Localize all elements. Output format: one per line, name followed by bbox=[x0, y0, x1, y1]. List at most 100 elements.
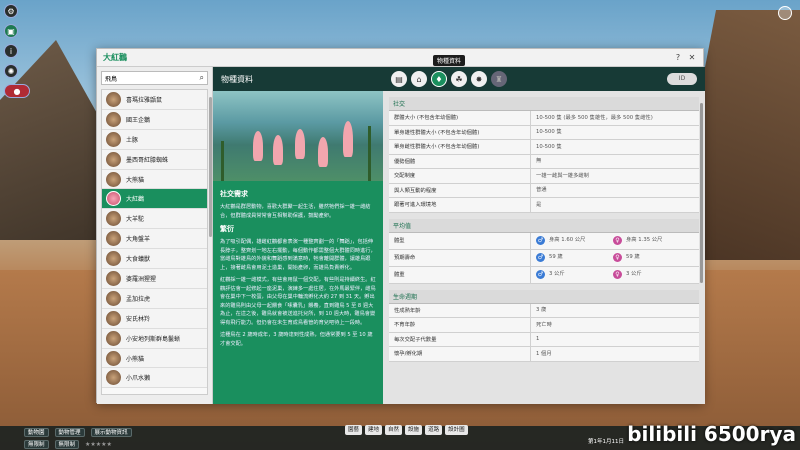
animal-name: 國王企鵝 bbox=[126, 116, 151, 124]
tab-habitat-icon[interactable]: ⌂ bbox=[411, 71, 427, 87]
animal-name: 婆羅洲猩猩 bbox=[126, 275, 157, 283]
female-icon: ♀ bbox=[613, 270, 622, 279]
exhibit-info-button[interactable]: 展示動物資訊 bbox=[90, 427, 132, 437]
build-menu-button[interactable]: 設計圖 bbox=[445, 425, 468, 435]
stat-label: 單身雌性群體大小 (不包含年幼個體) bbox=[389, 140, 531, 154]
animal-name: 大角盤羊 bbox=[126, 236, 151, 244]
stat-label: 預期壽命 bbox=[389, 249, 531, 266]
stat-value: ♂ 身高 1.60 公尺 ♀ 身高 1.35 公尺 bbox=[531, 233, 699, 249]
animal-list-item[interactable]: 土豚 bbox=[102, 129, 207, 150]
game-date: 第1年1月11日 bbox=[588, 439, 624, 445]
tab-enrichment-icon[interactable]: ✸ bbox=[471, 71, 487, 87]
animal-thumbnail bbox=[106, 310, 121, 326]
stat-row: 性成熟年齡 3 歲 bbox=[389, 303, 699, 318]
animal-list-item[interactable]: 孟加拉虎 bbox=[102, 288, 207, 309]
list-scrollbar[interactable] bbox=[209, 97, 212, 237]
zoo-button[interactable]: 動物園 bbox=[24, 427, 49, 437]
stat-label: 與人類互動的程度 bbox=[389, 183, 531, 197]
male-icon: ♂ bbox=[536, 270, 545, 279]
stat-row: 不育年齡 死亡時 bbox=[389, 318, 699, 333]
species-description: 社交需求 大紅鸛是群居動物，喜歡大群聚一起生活，雖然牠們採一雄一雌結合，但群體成… bbox=[213, 181, 383, 357]
animal-list-item[interactable]: 喜瑪拉雅鼯鼠 bbox=[102, 90, 207, 110]
stat-value: 普通 bbox=[536, 187, 547, 193]
animal-name: 墨西哥紅膝蜘蛛 bbox=[126, 156, 169, 164]
stat-value: 10-500 隻 bbox=[536, 129, 562, 135]
tab-overview-icon[interactable]: ▤ bbox=[391, 71, 407, 87]
stats-panel: 社交 群體大小 (不包含年幼個體) 10-500 隻 (最多 500 隻雄性，最多… bbox=[383, 91, 705, 404]
species-tabs: ▤ ⌂ ♦ ☘ ✸ ♜ bbox=[391, 71, 507, 87]
tab-species-info-icon[interactable]: ♦ bbox=[431, 71, 447, 87]
stat-row: 跟著可進入環境地是 bbox=[389, 198, 699, 213]
male-icon: ♂ bbox=[536, 253, 545, 262]
male-value: 身高 1.60 公尺 bbox=[549, 237, 586, 243]
animal-name: 大熊貓 bbox=[126, 176, 145, 184]
animal-thumbnail bbox=[106, 231, 121, 247]
stat-row: 優勢個體無 bbox=[389, 154, 699, 169]
stat-label: 不育年齡 bbox=[389, 318, 531, 332]
content-header: 物種資料 ▤ ⌂ ♦ ☘ ✸ ♜ ID bbox=[213, 67, 705, 91]
social-section: 社交 群體大小 (不包含年幼個體) 10-500 隻 (最多 500 隻雄性，最多… bbox=[389, 97, 699, 213]
animal-list-item[interactable]: 大熊貓 bbox=[102, 169, 207, 190]
calendar-icon[interactable]: ▣ bbox=[4, 24, 18, 38]
animal-list-item[interactable]: 安氏林羚 bbox=[102, 308, 207, 329]
animal-list-item[interactable]: 大羊駝 bbox=[102, 209, 207, 230]
search-icon[interactable]: ⌕ bbox=[200, 73, 204, 83]
window-title: 大紅鸛 bbox=[103, 53, 127, 62]
info-icon[interactable]: i bbox=[4, 44, 18, 58]
stats-scrollbar[interactable] bbox=[700, 103, 703, 283]
animal-list-item[interactable]: 小爪水獺 bbox=[102, 368, 207, 389]
tab-tooltip: 物種資料 bbox=[433, 55, 466, 66]
gear-icon[interactable]: ✺ bbox=[4, 64, 18, 78]
animal-list-item[interactable]: 小熊貓 bbox=[102, 348, 207, 369]
rating-stars: ★★★★★ bbox=[85, 440, 112, 448]
build-menu-button[interactable]: 自然 bbox=[385, 425, 403, 435]
build-menu-button[interactable]: 園藝 bbox=[345, 425, 363, 435]
money-mode[interactable]: 無限制 bbox=[24, 439, 49, 449]
animal-thumbnail bbox=[106, 270, 121, 286]
flamingo-shape bbox=[295, 129, 305, 159]
research-mode[interactable]: 無限制 bbox=[54, 439, 80, 449]
animal-name: 大食蟻獸 bbox=[126, 256, 151, 264]
animal-list: 喜瑪拉雅鼯鼠國王企鵝土豚墨西哥紅膝蜘蛛 大熊貓大紅鸛 大羊駝大角盤羊大食蟻獸婆羅洲猩… bbox=[101, 89, 208, 395]
stat-label: 性成熟年齡 bbox=[389, 303, 531, 317]
stat-value: 10-500 隻 bbox=[536, 143, 562, 150]
tab-food-icon[interactable]: ☘ bbox=[451, 71, 467, 87]
male-value: 59 歲 bbox=[549, 254, 563, 260]
breeding-text: 紅鸛採一雄一雌模式，有些會用鼠一個交配，有些則是持續終生。紅鸛評估會一起修起一座… bbox=[220, 277, 376, 326]
animal-management-button[interactable]: 動物管理 bbox=[54, 427, 85, 437]
animal-name: 小熊貓 bbox=[126, 355, 145, 363]
tab-trophy-icon[interactable]: ♜ bbox=[491, 71, 507, 87]
settings-icon[interactable]: ⚙ bbox=[4, 4, 18, 18]
build-menu-button[interactable]: 建地 bbox=[365, 425, 383, 435]
lifecycle-section: 生命週期 性成熟年齡 3 歲不育年齡 死亡時 每次交配子代數量 1 懷孕/孵化期 1 個月 bbox=[389, 289, 699, 362]
animal-list-item[interactable]: 墨西哥紅膝蜘蛛 bbox=[102, 149, 207, 170]
animal-list-item[interactable]: 大角盤羊 bbox=[102, 229, 207, 250]
section-title: 物種資料 bbox=[221, 74, 253, 84]
male-value: 3 公斤 bbox=[549, 271, 565, 277]
animal-list-item[interactable]: 大食蟻獸 bbox=[102, 249, 207, 270]
build-menu-button[interactable]: 道路 bbox=[425, 425, 443, 435]
animal-thumbnail bbox=[106, 370, 121, 386]
animal-list-item[interactable]: 大紅鸛 bbox=[102, 189, 207, 210]
search-input[interactable] bbox=[105, 74, 200, 82]
compass-icon[interactable] bbox=[778, 6, 792, 20]
close-button[interactable]: ✕ bbox=[687, 53, 697, 63]
animal-thumbnail bbox=[106, 251, 121, 267]
franchise-button[interactable]: ID bbox=[667, 73, 697, 85]
animal-list-item[interactable]: 國王企鵝 bbox=[102, 109, 207, 130]
animal-list-panel: ⌕ 喜瑪拉雅鼯鼠國王企鵝土豚墨西哥紅膝蜘蛛大熊貓大紅鸛大羊駝大角盤羊大食蟻獸婆羅… bbox=[97, 67, 213, 404]
stat-row: 群體大小 (不包含年幼個體) 10-500 隻 (最多 500 隻雄性，最多 50… bbox=[389, 111, 699, 126]
stat-label: 體重 bbox=[389, 266, 531, 283]
animal-list-item[interactable]: 婆羅洲猩猩 bbox=[102, 269, 207, 289]
watermark-logo: bilibili 6500rya bbox=[627, 422, 796, 446]
stat-value: ♂ 59 歲 ♀ 59 歲 bbox=[531, 250, 699, 266]
flamingo-shape bbox=[318, 137, 328, 167]
animal-list-item[interactable]: 小安地列斯群島鬣蜥 bbox=[102, 328, 207, 349]
breeding-text: 這種鳥在 2 歲時成年，3 歲時達到性成熟，但通常要到 5 至 10 歲才會交配… bbox=[220, 332, 373, 347]
guest-alert-icon[interactable]: ● bbox=[4, 84, 30, 98]
search-box: ⌕ bbox=[101, 71, 208, 85]
help-button[interactable]: ? bbox=[673, 53, 683, 63]
build-menu-button[interactable]: 設施 bbox=[405, 425, 423, 435]
stat-row: 交配制度 一雄一雌與一雄多雌制 bbox=[389, 169, 699, 184]
stat-value: 是 bbox=[536, 201, 542, 208]
